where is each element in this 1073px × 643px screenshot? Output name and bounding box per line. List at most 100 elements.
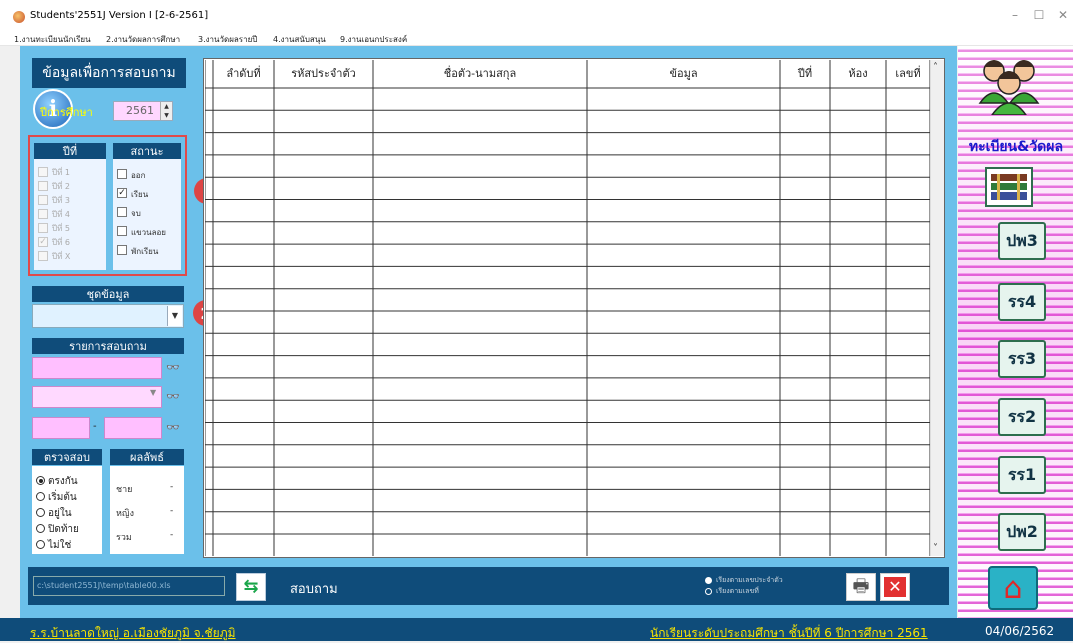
chevron-down-icon[interactable]: ▼ — [150, 388, 156, 397]
check-header: ตรวจสอบ — [32, 449, 102, 465]
app-icon — [13, 11, 25, 23]
minimize-button[interactable]: – — [1005, 8, 1025, 22]
sort-options: เรียงตามเลขประจำตัว เรียงตามเลขที่ — [700, 573, 832, 600]
match-mode-radio[interactable] — [36, 492, 45, 501]
status-checkbox-label: จบ — [131, 209, 141, 218]
grade-checkbox[interactable] — [38, 167, 48, 177]
grade-checkbox[interactable]: ✓ — [38, 237, 48, 247]
match-mode-label: อยู่ใน — [48, 508, 72, 519]
status-checkbox[interactable] — [117, 226, 127, 236]
grade-checkbox[interactable] — [38, 251, 48, 261]
grade-checkbox-label: ปีที่ 3 — [52, 196, 70, 205]
home-icon[interactable]: ⌂ — [988, 566, 1038, 610]
status-checkbox-label: พักเรียน — [131, 247, 159, 256]
grade-checkbox[interactable] — [38, 181, 48, 191]
maximize-button[interactable]: ☐ — [1029, 8, 1049, 22]
current-date: 04/06/2562 — [985, 624, 1055, 638]
column-header[interactable]: เลขที่ — [895, 65, 920, 80]
grade-checkbox-label: ปีที่ 6 — [52, 238, 70, 247]
grade-checkbox[interactable] — [38, 209, 48, 219]
sort-by-id-label: เรียงตามเลขประจำตัว — [716, 576, 783, 584]
school-name: ร.ร.บ้านลาดใหญ่ อ.เมืองชัยภูมิ จ.ชัยภูมิ — [30, 626, 236, 640]
por-por-3-button[interactable]: ปพ3 — [998, 222, 1046, 260]
status-checkbox-label: ออก — [131, 171, 146, 180]
result-summary: ชาย - หญิง - รวม - — [110, 466, 184, 554]
grid-table[interactable]: ลำดับที่ รหัสประจำตัว ชื่อตัว-นามสกุล ข้อมู… — [205, 60, 930, 556]
year-spin-buttons[interactable]: ▲ ▼ — [160, 102, 172, 120]
ror-ror-4-button[interactable]: รร4 — [998, 283, 1046, 321]
column-header[interactable]: ชื่อตัว-นามสกุล — [444, 65, 516, 80]
chevron-down-icon[interactable]: ▼ — [167, 306, 182, 326]
close-panel-button[interactable]: ✕ — [880, 573, 910, 601]
grade-checkbox-label: ปีที่ 2 — [52, 182, 70, 191]
panel-title: ข้อมูลเพื่อการสอบถาม — [32, 58, 186, 88]
printer-icon[interactable]: 🖶 — [846, 573, 876, 601]
query-icon-button[interactable]: ⇆ — [236, 573, 266, 601]
result-label: หญิง — [116, 509, 134, 519]
users-icon — [978, 60, 1040, 115]
menu-support[interactable]: 4.งานสนับสนุน — [273, 33, 326, 46]
sort-by-number-radio[interactable] — [705, 588, 712, 595]
vertical-scrollbar[interactable]: ˄ ˅ — [930, 60, 944, 556]
result-label: รวม — [116, 533, 132, 543]
academic-year-label: ปีการศึกษา — [40, 106, 93, 119]
ror-ror-2-button[interactable]: รร2 — [998, 398, 1046, 436]
result-header: ผลลัพธ์ — [110, 449, 184, 465]
ror-ror-3-button[interactable]: รร3 — [998, 340, 1046, 378]
result-value: - — [170, 482, 174, 492]
sort-by-number-label: เรียงตามเลขที่ — [716, 587, 759, 595]
menu-yearly-evaluation[interactable]: 3.งานวัดผลรายปี — [198, 33, 257, 46]
range-end-input[interactable] — [104, 417, 162, 439]
binoculars-icon[interactable]: 👓 — [166, 361, 180, 374]
export-path-field[interactable]: c:\student2551J\temp\table00.xls — [33, 576, 225, 596]
match-mode-radio[interactable] — [36, 540, 45, 549]
column-header[interactable]: ข้อมูล — [669, 67, 697, 80]
match-mode-label: ตรงกัน — [48, 476, 78, 487]
status-checkbox[interactable] — [117, 245, 127, 255]
dataset-dropdown[interactable] — [32, 304, 184, 328]
range-start-input[interactable] — [32, 417, 90, 439]
grade-checkbox[interactable] — [38, 195, 48, 205]
match-mode-radio[interactable] — [36, 508, 45, 517]
scroll-up-icon[interactable]: ˄ — [933, 62, 938, 73]
por-por-2-button[interactable]: ปพ2 — [998, 513, 1046, 551]
status-checkbox[interactable] — [117, 207, 127, 217]
match-mode-label: ปิดท้าย — [48, 524, 79, 535]
column-header[interactable]: ปีที่ — [797, 65, 812, 80]
sort-by-id-radio[interactable] — [705, 577, 712, 584]
close-window-button[interactable]: ✕ — [1053, 8, 1073, 22]
grade-filter: ปีที่ ปีที่ 1 ปีที่ 2 ปีที่ 3 ปีที่ 4 ปีที่ … — [34, 143, 106, 270]
binoculars-icon[interactable]: 👓 — [166, 421, 180, 434]
grade-checkbox[interactable] — [38, 223, 48, 233]
menu-misc[interactable]: 9.งานเอนกประสงค์ — [340, 33, 407, 46]
status-header: สถานะ — [113, 143, 181, 159]
query-item-input-1[interactable] — [32, 357, 162, 379]
status-checkbox-label: เรียน — [131, 190, 149, 199]
query-item-dropdown[interactable] — [32, 386, 162, 408]
column-header[interactable]: ลำดับที่ — [226, 65, 260, 80]
status-checkbox[interactable]: ✓ — [117, 188, 127, 198]
column-header[interactable]: ห้อง — [848, 67, 867, 80]
result-label: ชาย — [116, 485, 133, 495]
match-mode-radio[interactable] — [36, 524, 45, 533]
query-items-header: รายการสอบถาม — [32, 338, 184, 354]
match-mode-radio[interactable] — [36, 476, 45, 485]
grade-checkbox-label: ปีที่ 5 — [52, 224, 70, 233]
match-mode-group: ตรงกัน เริ่มต้น อยู่ใน ปิดท้าย ไม่ใช่ — [32, 466, 102, 554]
binoculars-icon[interactable]: 👓 — [166, 390, 180, 403]
books-icon[interactable] — [985, 167, 1033, 207]
window-title: Students'2551J Version I [2-6-2561] — [30, 10, 209, 21]
query-label: สอบถาม — [290, 582, 338, 597]
menu-evaluation[interactable]: 2.งานวัดผลการศึกษา — [106, 33, 180, 46]
scroll-down-icon[interactable]: ˅ — [933, 543, 938, 554]
grade-checkbox-label: ปีที่ X — [52, 252, 71, 261]
status-checkbox-label: แขวนลอย — [131, 228, 166, 237]
status-checkbox[interactable] — [117, 169, 127, 179]
grade-checkbox-label: ปีที่ 1 — [52, 168, 70, 177]
result-value: - — [170, 506, 174, 516]
match-mode-label: เริ่มต้น — [48, 492, 77, 503]
column-header[interactable]: รหัสประจำตัว — [291, 67, 356, 80]
grade-checkbox-label: ปีที่ 4 — [52, 210, 70, 219]
menu-registration[interactable]: 1.งานทะเบียนนักเรียน — [14, 33, 91, 46]
ror-ror-1-button[interactable]: รร1 — [998, 456, 1046, 494]
